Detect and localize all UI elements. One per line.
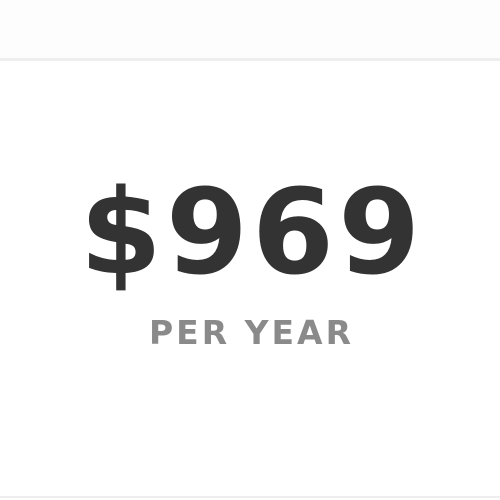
price-amount: $969 (79, 163, 425, 301)
billing-period: PER YEAR (148, 313, 355, 352)
card-header-area (0, 0, 500, 58)
pricing-card: $969 PER YEAR (0, 0, 500, 500)
price-block: $969 PER YEAR (0, 61, 500, 496)
bottom-divider (0, 496, 500, 498)
